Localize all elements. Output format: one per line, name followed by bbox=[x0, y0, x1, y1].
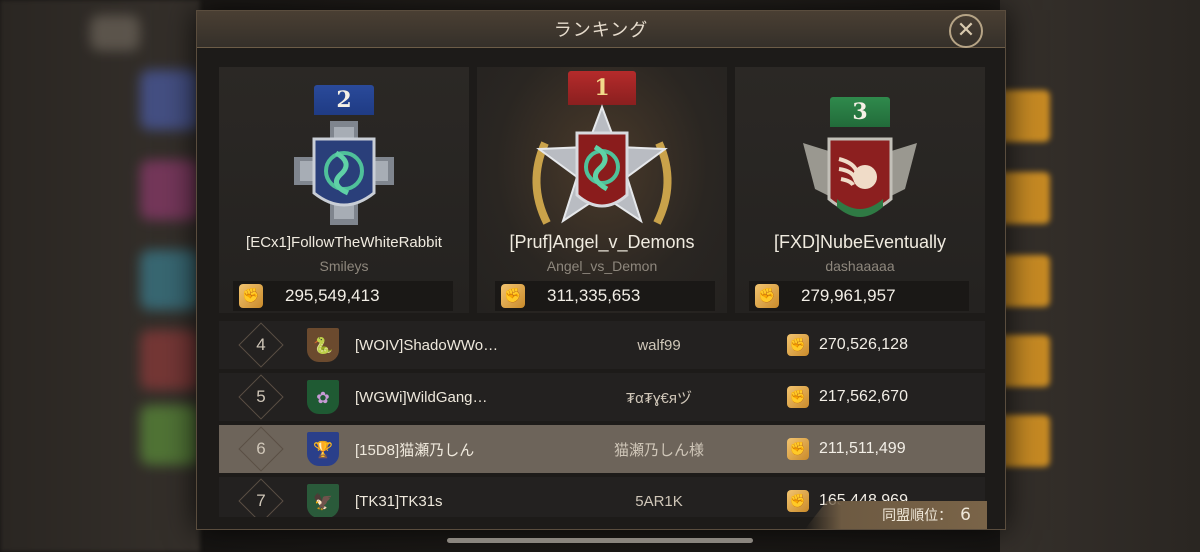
rank-number: 5 bbox=[256, 387, 266, 406]
podium-card-rank-3[interactable]: 3 [FXD]NubeEventually dashaaaaa ✊ 279,96… bbox=[735, 67, 985, 313]
alliance-name: [Pruf]Angel_v_Demons bbox=[509, 232, 695, 252]
score-bar: ✊ 311,335,653 bbox=[495, 281, 715, 311]
power-fist-icon: ✊ bbox=[787, 386, 809, 408]
power-fist-icon: ✊ bbox=[787, 490, 809, 512]
alliance-name: [ECx1]FollowTheWhiteRabbit bbox=[246, 234, 442, 251]
rank-ribbon: 1 bbox=[568, 71, 636, 105]
ranking-row[interactable]: 4 🐍 [WOIV]ShadoWWo… walf99 ✊ 270,526,128 bbox=[219, 321, 985, 369]
power-fist-icon: ✊ bbox=[787, 334, 809, 356]
top-three: 2 [ECx1]FollowTheWhiteRabbit Smileys ✊ 2… bbox=[219, 67, 985, 313]
alliance-flag-icon: 🏆 bbox=[307, 432, 339, 466]
ranking-row[interactable]: 5 ✿ [WGWi]WildGang… ₮α₮ɣ€яヅ ✊ 217,562,67… bbox=[219, 373, 985, 421]
alliance-name: [TK31]TK31s bbox=[355, 492, 443, 510]
leader-name: Smileys bbox=[319, 258, 369, 274]
rank-ribbon: 2 bbox=[314, 85, 374, 115]
alliance-flag-icon: ✿ bbox=[307, 380, 339, 414]
leader-name: Angel_vs_Demon bbox=[546, 258, 658, 274]
podium-card-rank-2[interactable]: 2 [ECx1]FollowTheWhiteRabbit Smileys ✊ 2… bbox=[219, 67, 469, 313]
alliance-score: 217,562,670 bbox=[819, 388, 908, 405]
leader-name: 5AR1K bbox=[635, 492, 683, 510]
alliance-name: [WOIV]ShadoWWo… bbox=[355, 336, 499, 354]
alliance-score: 295,549,413 bbox=[285, 286, 380, 305]
background-tile bbox=[140, 70, 200, 130]
rank-number: 7 bbox=[256, 491, 266, 510]
background-tile bbox=[140, 160, 200, 220]
score-bar: ✊ 295,549,413 bbox=[233, 281, 453, 311]
power-fist-icon: ✊ bbox=[239, 284, 263, 308]
leader-name: ₮α₮ɣ€яヅ bbox=[626, 389, 692, 407]
background-tile bbox=[140, 250, 200, 310]
background-tile bbox=[90, 15, 140, 51]
leader-name: walf99 bbox=[637, 336, 681, 354]
alliance-emblem-icon bbox=[517, 103, 687, 235]
ranking-list[interactable]: 4 🐍 [WOIV]ShadoWWo… walf99 ✊ 270,526,128… bbox=[219, 317, 985, 517]
close-button[interactable]: ✕ bbox=[949, 14, 983, 48]
alliance-name: [FXD]NubeEventually bbox=[773, 232, 947, 252]
alliance-score: 311,335,653 bbox=[547, 286, 641, 305]
power-fist-icon: ✊ bbox=[501, 284, 525, 308]
leader-name: dashaaaaa bbox=[825, 258, 895, 274]
ranking-panel: ランキング ✕ 2 [ECx1]FollowTheWhiteRabbit Smi bbox=[196, 10, 1006, 530]
alliance-name: [WGWi]WildGang… bbox=[355, 388, 488, 406]
ranking-row-own[interactable]: 6 🏆 [15D8]猫瀬乃しん 猫瀬乃しん様 ✊ 211,511,499 bbox=[219, 425, 985, 473]
alliance-flag-icon: 🐍 bbox=[307, 328, 339, 362]
alliance-score: 211,511,499 bbox=[819, 440, 906, 457]
alliance-flag-icon: 🦅 bbox=[307, 484, 339, 517]
panel-title: ランキング bbox=[553, 20, 649, 41]
leader-name: 猫瀬乃しん様 bbox=[613, 441, 704, 459]
background-tile bbox=[140, 330, 200, 390]
home-indicator[interactable] bbox=[447, 538, 753, 543]
alliance-emblem-icon bbox=[284, 113, 404, 237]
rank-number: 4 bbox=[256, 335, 266, 354]
title-bar: ランキング ✕ bbox=[197, 11, 1005, 48]
rank-ribbon: 3 bbox=[830, 97, 890, 127]
power-fist-icon: ✊ bbox=[755, 284, 779, 308]
alliance-emblem-icon bbox=[795, 129, 925, 233]
close-icon: ✕ bbox=[956, 18, 976, 43]
alliance-name: [15D8]猫瀬乃しん bbox=[355, 441, 475, 459]
score-bar: ✊ 279,961,957 bbox=[749, 281, 969, 311]
power-fist-icon: ✊ bbox=[787, 438, 809, 460]
alliance-score: 279,961,957 bbox=[801, 286, 896, 305]
alliance-rank-label: 同盟順位： bbox=[882, 508, 953, 524]
podium-card-rank-1[interactable]: 1 [Pruf]Angel_v_Demons Angel_vs_Demon ✊ … bbox=[477, 67, 727, 313]
background-tile bbox=[140, 405, 200, 465]
alliance-rank-value: 6 bbox=[960, 505, 971, 525]
alliance-rank-tag: 同盟順位： 6 bbox=[805, 501, 987, 529]
alliance-score: 270,526,128 bbox=[819, 336, 908, 353]
rank-number: 6 bbox=[256, 439, 266, 458]
